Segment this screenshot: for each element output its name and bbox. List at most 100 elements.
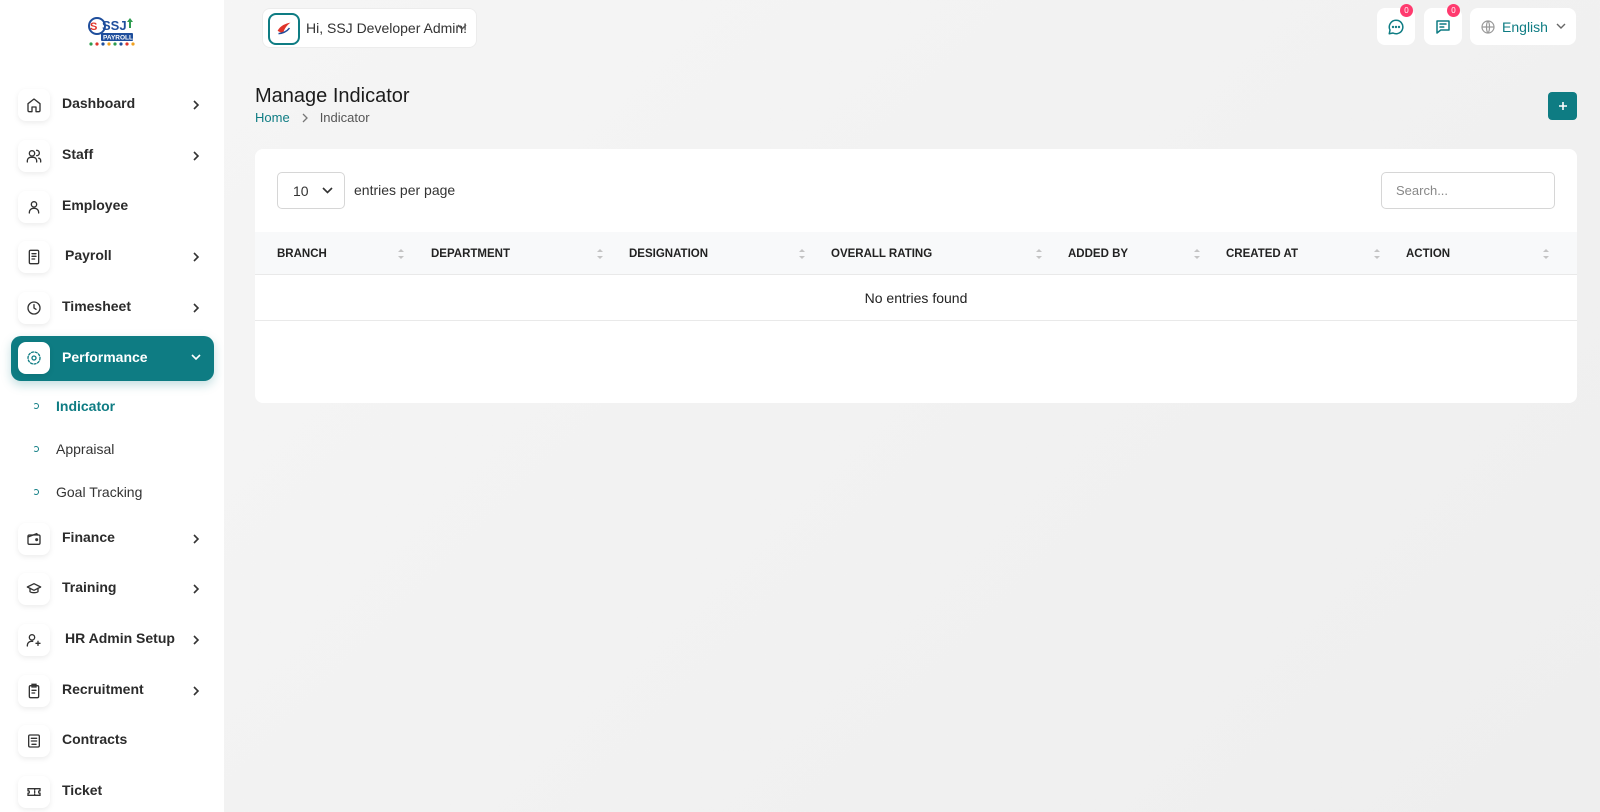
indicator-table-card: 10 entries per page BRANCH DEPARTMENT DE… <box>255 149 1577 403</box>
entries-per-page-select[interactable]: 10 <box>277 172 345 209</box>
column-header-branch[interactable]: BRANCH <box>277 232 407 275</box>
chevron-right-icon <box>192 150 200 162</box>
sidebar-subitem-label: Appraisal <box>56 441 115 457</box>
notifications-badge: 0 <box>1447 4 1460 17</box>
entries-per-page-label: entries per page <box>354 182 456 198</box>
sidebar-item-timesheet[interactable]: Timesheet <box>11 285 214 331</box>
sidebar-subitem-goal-tracking[interactable]: Goal Tracking <box>33 482 142 502</box>
sidebar-item-label: Ticket <box>62 782 103 798</box>
sidebar-item-staff[interactable]: Staff <box>11 133 214 179</box>
home-icon <box>18 89 50 121</box>
column-header-designation[interactable]: DESIGNATION <box>629 232 799 275</box>
message-square-icon <box>1434 18 1452 36</box>
user-greeting: Hi, SSJ Developer Admin! <box>306 20 468 36</box>
chevron-right-icon <box>192 99 200 111</box>
sort-icon[interactable] <box>397 247 405 261</box>
chevron-down-icon <box>457 24 467 31</box>
sidebar-subitem-indicator[interactable]: Indicator <box>33 396 115 416</box>
chevron-down-icon <box>322 187 333 194</box>
sidebar-subitem-appraisal[interactable]: Appraisal <box>33 439 114 459</box>
empty-table-message: No entries found <box>255 275 1577 321</box>
sort-icon[interactable] <box>596 247 604 261</box>
wallet-icon <box>18 523 50 555</box>
table-header: BRANCH DEPARTMENT DESIGNATION OVERALL RA… <box>255 232 1577 275</box>
column-header-created-at[interactable]: CREATED AT <box>1226 232 1366 275</box>
sidebar-item-employee[interactable]: Employee <box>11 184 214 230</box>
receipt-icon <box>18 241 50 273</box>
sidebar-item-payroll[interactable]: Payroll <box>11 234 214 280</box>
sidebar-item-label: Payroll <box>65 247 112 263</box>
chevron-right-icon <box>192 533 200 545</box>
sidebar-item-performance[interactable]: Performance <box>11 336 214 381</box>
messages-badge: 0 <box>1400 4 1413 17</box>
sidebar-item-ticket[interactable]: Ticket <box>11 769 214 812</box>
sidebar-item-label: Finance <box>62 529 115 545</box>
sidebar-item-hr-admin-setup[interactable]: HR Admin Setup <box>11 617 214 663</box>
sidebar-item-label: Performance <box>62 349 148 365</box>
sort-icon[interactable] <box>1193 247 1201 261</box>
messages-button[interactable]: 0 <box>1377 4 1415 45</box>
bullet-icon <box>33 446 39 452</box>
sidebar-item-label: Staff <box>62 146 94 162</box>
avatar <box>268 13 300 45</box>
sidebar-item-label: Recruitment <box>62 681 144 697</box>
user-menu[interactable]: Hi, SSJ Developer Admin! <box>262 8 477 48</box>
add-indicator-button[interactable] <box>1548 92 1577 120</box>
ssj-payroll-logo[interactable]: S SSJ PAYROLL <box>86 13 138 49</box>
language-selector[interactable]: English <box>1470 8 1576 45</box>
svg-text:SSJ: SSJ <box>102 18 127 33</box>
chat-bubble-icon <box>1387 18 1405 36</box>
chevron-right-icon <box>302 113 308 123</box>
sidebar-item-dashboard[interactable]: Dashboard <box>11 82 214 128</box>
users-icon <box>18 140 50 172</box>
breadcrumb: Home Indicator <box>255 110 370 125</box>
sidebar-subitem-label: Indicator <box>56 398 116 414</box>
sort-icon[interactable] <box>1035 247 1043 261</box>
sidebar-subitem-label: Goal Tracking <box>56 484 143 500</box>
sidebar-item-label: Contracts <box>62 731 128 747</box>
chevron-down-icon <box>190 353 202 361</box>
sidebar-item-label: Employee <box>62 197 129 213</box>
chevron-right-icon <box>192 685 200 697</box>
column-header-department[interactable]: DEPARTMENT <box>431 232 601 275</box>
graduation-cap-icon <box>18 573 50 605</box>
notifications-button[interactable]: 0 <box>1424 4 1462 45</box>
sidebar: S SSJ PAYROLL Dashboard Staff Employee P… <box>0 0 224 812</box>
bullet-icon <box>33 403 39 409</box>
page-title: Manage Indicator <box>255 85 410 107</box>
chevron-right-icon <box>192 583 200 595</box>
entries-per-page-value: 10 <box>293 183 309 199</box>
ticket-icon <box>18 776 50 808</box>
sort-icon[interactable] <box>1542 247 1550 261</box>
performance-icon <box>18 342 50 374</box>
sort-icon[interactable] <box>798 247 806 261</box>
bullet-icon <box>33 489 39 495</box>
sidebar-item-label: Dashboard <box>62 95 136 111</box>
user-icon <box>18 191 50 223</box>
chevron-right-icon <box>192 251 200 263</box>
user-plus-icon <box>18 624 50 656</box>
svg-text:S: S <box>90 21 97 33</box>
sidebar-item-contracts[interactable]: Contracts <box>11 718 214 764</box>
search-input[interactable] <box>1381 172 1555 209</box>
chevron-right-icon <box>192 302 200 314</box>
language-label: English <box>1502 18 1548 35</box>
sidebar-item-label: HR Admin Setup <box>65 630 175 646</box>
sidebar-item-recruitment[interactable]: Recruitment <box>11 668 214 714</box>
column-header-action[interactable]: ACTION <box>1406 232 1526 275</box>
chevron-down-icon <box>1556 23 1566 30</box>
sidebar-item-finance[interactable]: Finance <box>11 516 214 562</box>
contract-icon <box>18 725 50 757</box>
breadcrumb-current: Indicator <box>319 110 370 125</box>
column-header-overall-rating[interactable]: OVERALL RATING <box>831 232 1031 275</box>
clock-icon <box>18 292 50 324</box>
svg-text:PAYROLL: PAYROLL <box>103 35 133 42</box>
sort-icon[interactable] <box>1373 247 1381 261</box>
breadcrumb-home-link[interactable]: Home <box>255 110 290 125</box>
plus-icon <box>1558 101 1568 111</box>
chevron-right-icon <box>192 634 200 646</box>
globe-icon <box>1480 19 1496 35</box>
sidebar-item-training[interactable]: Training <box>11 566 214 612</box>
clipboard-icon <box>18 675 50 707</box>
column-header-added-by[interactable]: ADDED BY <box>1068 232 1188 275</box>
